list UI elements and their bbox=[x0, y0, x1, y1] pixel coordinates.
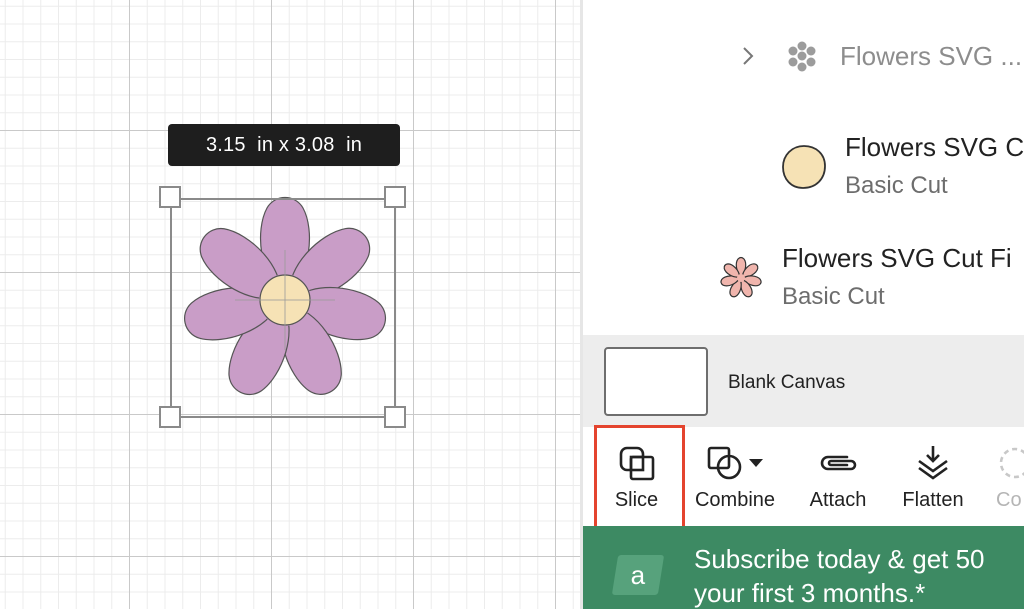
blank-canvas-row[interactable]: Blank Canvas bbox=[583, 335, 1024, 427]
combine-label: Combine bbox=[694, 489, 776, 511]
access-logo-letter: a bbox=[630, 560, 646, 590]
promo-text: Subscribe today & get 50 your first 3 mo… bbox=[694, 542, 985, 609]
flowers-group-icon bbox=[788, 41, 816, 72]
size-readout: 3.15 in x 3.08 in bbox=[168, 124, 400, 166]
contour-label: Co bbox=[996, 489, 1022, 511]
access-logo-icon: a bbox=[611, 555, 665, 595]
layer-item-title: Flowers SVG C bbox=[845, 132, 1024, 162]
resize-handle-top-right[interactable] bbox=[384, 186, 406, 208]
layer-item[interactable]: Flowers SVG C Basic Cut bbox=[781, 132, 1024, 201]
combine-button[interactable]: Combine bbox=[688, 427, 782, 526]
flatten-button[interactable]: Flatten bbox=[894, 427, 972, 526]
promo-line-1: Subscribe today & get 50 bbox=[694, 544, 985, 574]
layers-panel: Flowers SVG ... Flowers SVG C Basic Cut … bbox=[583, 0, 1024, 335]
chevron-down-icon[interactable] bbox=[748, 458, 764, 468]
resize-handle-bottom-right[interactable] bbox=[384, 406, 406, 428]
slice-highlight-annotation bbox=[594, 425, 685, 529]
selection-box[interactable] bbox=[170, 198, 396, 418]
blank-canvas-label: Blank Canvas bbox=[728, 372, 846, 393]
layer-group-row[interactable]: Flowers SVG ... bbox=[740, 36, 1022, 76]
design-canvas[interactable]: 3.15 in x 3.08 in bbox=[0, 0, 580, 609]
resize-handle-top-left[interactable] bbox=[159, 186, 181, 208]
chevron-right-icon[interactable] bbox=[740, 44, 756, 68]
blank-canvas-thumbnail bbox=[604, 347, 708, 416]
attach-label: Attach bbox=[809, 489, 867, 511]
attach-button[interactable]: Attach bbox=[799, 427, 877, 526]
layer-item-subtitle: Basic Cut bbox=[845, 172, 948, 199]
layer-item[interactable]: Flowers SVG Cut Fi Basic Cut bbox=[718, 243, 1012, 312]
layer-item-subtitle: Basic Cut bbox=[782, 283, 885, 310]
layer-group-name: Flowers SVG ... bbox=[840, 41, 1023, 71]
resize-handle-bottom-left[interactable] bbox=[159, 406, 181, 428]
layer-item-title: Flowers SVG Cut Fi bbox=[782, 243, 1012, 273]
attach-icon bbox=[820, 455, 857, 471]
layer-thumb-flower bbox=[720, 256, 762, 297]
layer-thumb-circle bbox=[782, 144, 826, 189]
contour-button[interactable]: Co bbox=[993, 427, 1024, 526]
contour-icon bbox=[999, 447, 1024, 479]
combine-icon bbox=[707, 446, 742, 480]
promo-banner[interactable]: a Subscribe today & get 50 your first 3 … bbox=[583, 526, 1024, 609]
promo-line-2: your first 3 months.* bbox=[694, 578, 926, 608]
flatten-icon bbox=[918, 446, 948, 480]
flatten-label: Flatten bbox=[902, 489, 964, 511]
